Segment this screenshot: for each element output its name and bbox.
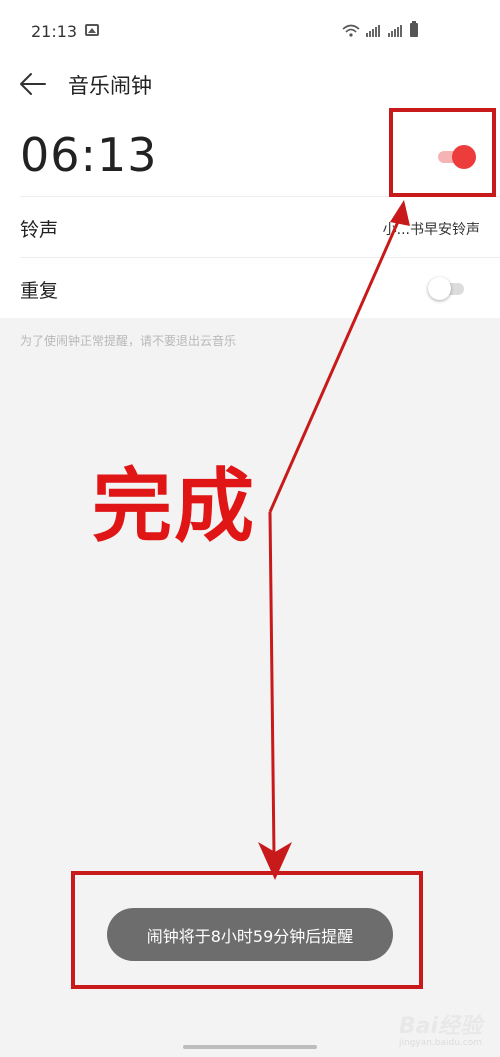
watermark-brand: Bai经验 xyxy=(398,1014,482,1039)
watermark: Bai经验 jingyan.baidu.com xyxy=(399,1008,482,1048)
watermark-sub: jingyan.baidu.com xyxy=(398,1038,482,1048)
arrow-up xyxy=(268,207,406,513)
annotation-arrows xyxy=(258,200,410,880)
arrow-down xyxy=(268,511,276,856)
gesture-nav-bar[interactable] xyxy=(183,1045,317,1049)
